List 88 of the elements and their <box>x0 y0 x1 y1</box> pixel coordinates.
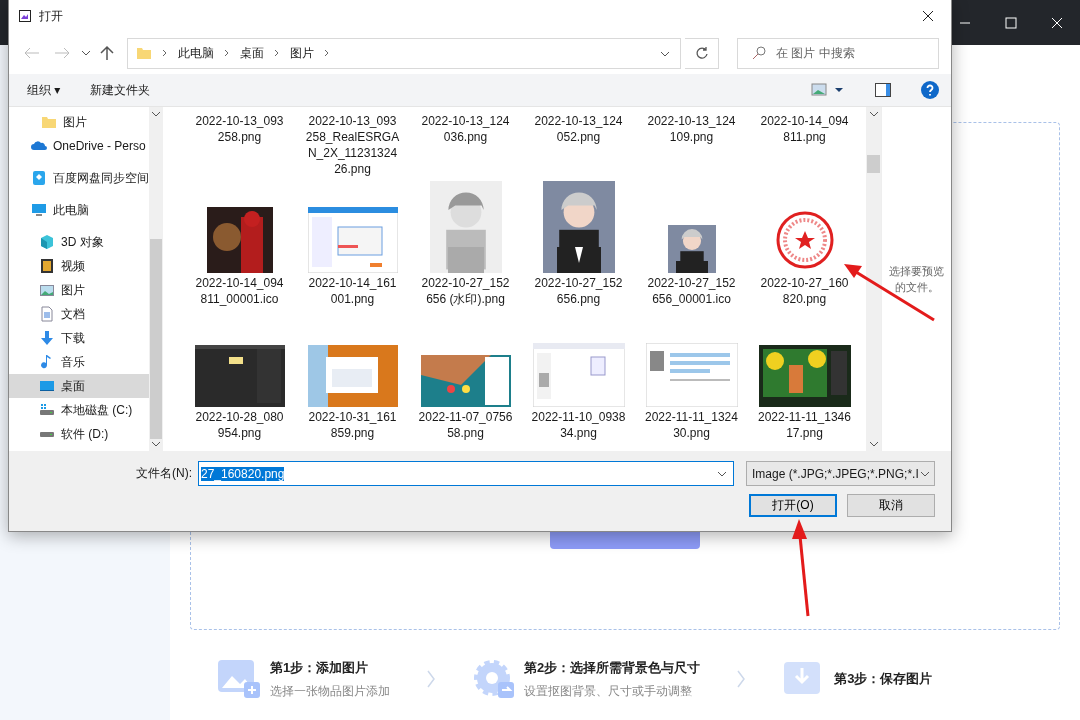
file-name[interactable]: 2022-11-10_093834.png <box>531 409 626 441</box>
nav-item[interactable]: OneDrive - Perso <box>9 134 149 158</box>
image-add-icon <box>218 658 262 700</box>
chevron-icon <box>324 49 330 57</box>
step-description: 设置抠图背景、尺寸或手动调整 <box>524 682 693 700</box>
nav-item[interactable]: 百度网盘同步空间 <box>9 166 149 190</box>
dropdown-caret-icon <box>660 51 670 57</box>
step-title: 第1步：添加图片 <box>270 658 370 677</box>
film-icon <box>39 258 55 274</box>
drive-icon <box>39 430 55 438</box>
scroll-up-icon <box>151 111 161 117</box>
cloud-drive-icon <box>31 170 47 186</box>
new-folder-button[interactable]: 新建文件夹 <box>90 81 151 99</box>
picture-icon <box>39 282 55 298</box>
refresh-button[interactable] <box>685 37 719 69</box>
dropdown-caret-icon <box>920 470 930 477</box>
preview-pane-icon[interactable] <box>875 83 891 97</box>
nav-item[interactable]: 图片 <box>9 110 149 134</box>
chevron-icon <box>736 669 747 689</box>
file-name[interactable]: 2022-10-27_152656.png <box>531 275 626 307</box>
file-name[interactable]: 2022-10-28_080954.png <box>192 409 287 441</box>
file-name[interactable]: 2022-10-13_093258.png <box>192 113 287 145</box>
gear-icon <box>472 658 516 700</box>
file-name[interactable]: 2022-10-27_152656_00001.ico <box>644 275 739 307</box>
nav-item[interactable]: 文档 <box>9 302 149 326</box>
nav-item[interactable]: 下载 <box>9 326 149 350</box>
picture-icon <box>19 10 31 22</box>
step-title: 第3步：保存图片 <box>834 670 933 688</box>
chevron-icon <box>162 49 168 57</box>
breadcrumb-item[interactable]: 图片 <box>290 44 314 62</box>
refresh-icon <box>694 46 709 60</box>
dialog-button[interactable]: 取消 <box>847 494 935 517</box>
scroll-up-icon <box>868 111 879 117</box>
desktop-icon <box>39 378 55 394</box>
drive-icon <box>39 402 55 418</box>
scrollbar[interactable] <box>866 107 881 451</box>
file-name[interactable]: 2022-10-27_152656 (水印).png <box>418 275 513 307</box>
step-description: 选择一张物品图片添加 <box>270 682 390 700</box>
file-name[interactable]: 2022-11-07_075658.png <box>418 409 513 441</box>
scrollbar-thumb[interactable] <box>150 239 162 439</box>
monitor-icon <box>31 202 47 218</box>
chevron-icon <box>224 49 230 57</box>
file-name[interactable]: 2022-10-27_160820.png <box>757 275 852 307</box>
scroll-down-icon <box>868 441 879 447</box>
file-name[interactable]: 2022-10-13_124036.png <box>418 113 513 145</box>
document-icon <box>39 306 55 322</box>
download-icon <box>39 330 55 346</box>
file-name[interactable]: 2022-10-13_124109.png <box>644 113 739 145</box>
chevron-icon <box>426 669 436 689</box>
organize-menu[interactable]: 组织 ▾ <box>27 81 61 99</box>
file-name[interactable]: 2022-10-13_093258_RealESRGAN_2X_1123132426.png <box>305 113 400 177</box>
cube-icon <box>39 234 55 250</box>
chevron-icon <box>274 49 280 57</box>
dialog-title: 打开 <box>39 7 64 25</box>
file-name[interactable]: 2022-10-14_094811.png <box>757 113 852 145</box>
dropdown-caret-icon <box>717 470 727 477</box>
breadcrumb-item[interactable]: 桌面 <box>240 44 264 62</box>
scrollbar[interactable] <box>149 107 163 451</box>
file-name[interactable]: 2022-11-11_132430.png <box>644 409 739 441</box>
help-icon[interactable] <box>921 81 939 99</box>
breadcrumb-item[interactable]: 此电脑 <box>178 44 214 62</box>
search-icon <box>752 46 766 60</box>
search-field[interactable]: 在 图片 中搜索 <box>737 37 939 69</box>
filename-field[interactable]: 27_160820.png <box>198 461 734 486</box>
nav-item[interactable]: 图片 <box>9 278 149 302</box>
file-name[interactable]: 2022-10-14_161001.png <box>305 275 400 307</box>
nav-item[interactable]: 桌面 <box>9 374 149 398</box>
nav-item[interactable]: 软件 (D:) <box>9 422 149 446</box>
filename-label: 文件名(N): <box>136 465 192 482</box>
file-name[interactable]: 2022-10-13_124052.png <box>531 113 626 145</box>
address-bar[interactable]: 此电脑 桌面 图片 <box>127 37 681 69</box>
preview-hint: 选择要预览的文件。 <box>888 264 945 295</box>
nav-item[interactable]: 本地磁盘 (C:) <box>9 398 149 422</box>
file-name[interactable]: 2022-11-11_134617.png <box>757 409 852 441</box>
nav-item[interactable]: 视频 <box>9 254 149 278</box>
scrollbar-thumb[interactable] <box>867 155 880 173</box>
nav-item[interactable]: 音乐 <box>9 350 149 374</box>
step-title: 第2步：选择所需背景色与尺寸 <box>524 658 701 677</box>
view-icon[interactable] <box>811 83 845 97</box>
nav-item[interactable]: 此电脑 <box>9 198 149 222</box>
dialog-button[interactable]: 打开(O) <box>749 494 837 517</box>
folder-icon <box>41 114 57 130</box>
caret-icon <box>81 50 91 56</box>
file-name[interactable]: 2022-10-31_161859.png <box>305 409 400 441</box>
file-type-dropdown[interactable]: Image (*.JPG;*.JPEG;*.PNG;*.I <box>746 461 935 486</box>
nav-item[interactable]: 3D 对象 <box>9 230 149 254</box>
scroll-down-icon <box>151 441 161 447</box>
file-name[interactable]: 2022-10-14_094811_00001.ico <box>192 275 287 307</box>
